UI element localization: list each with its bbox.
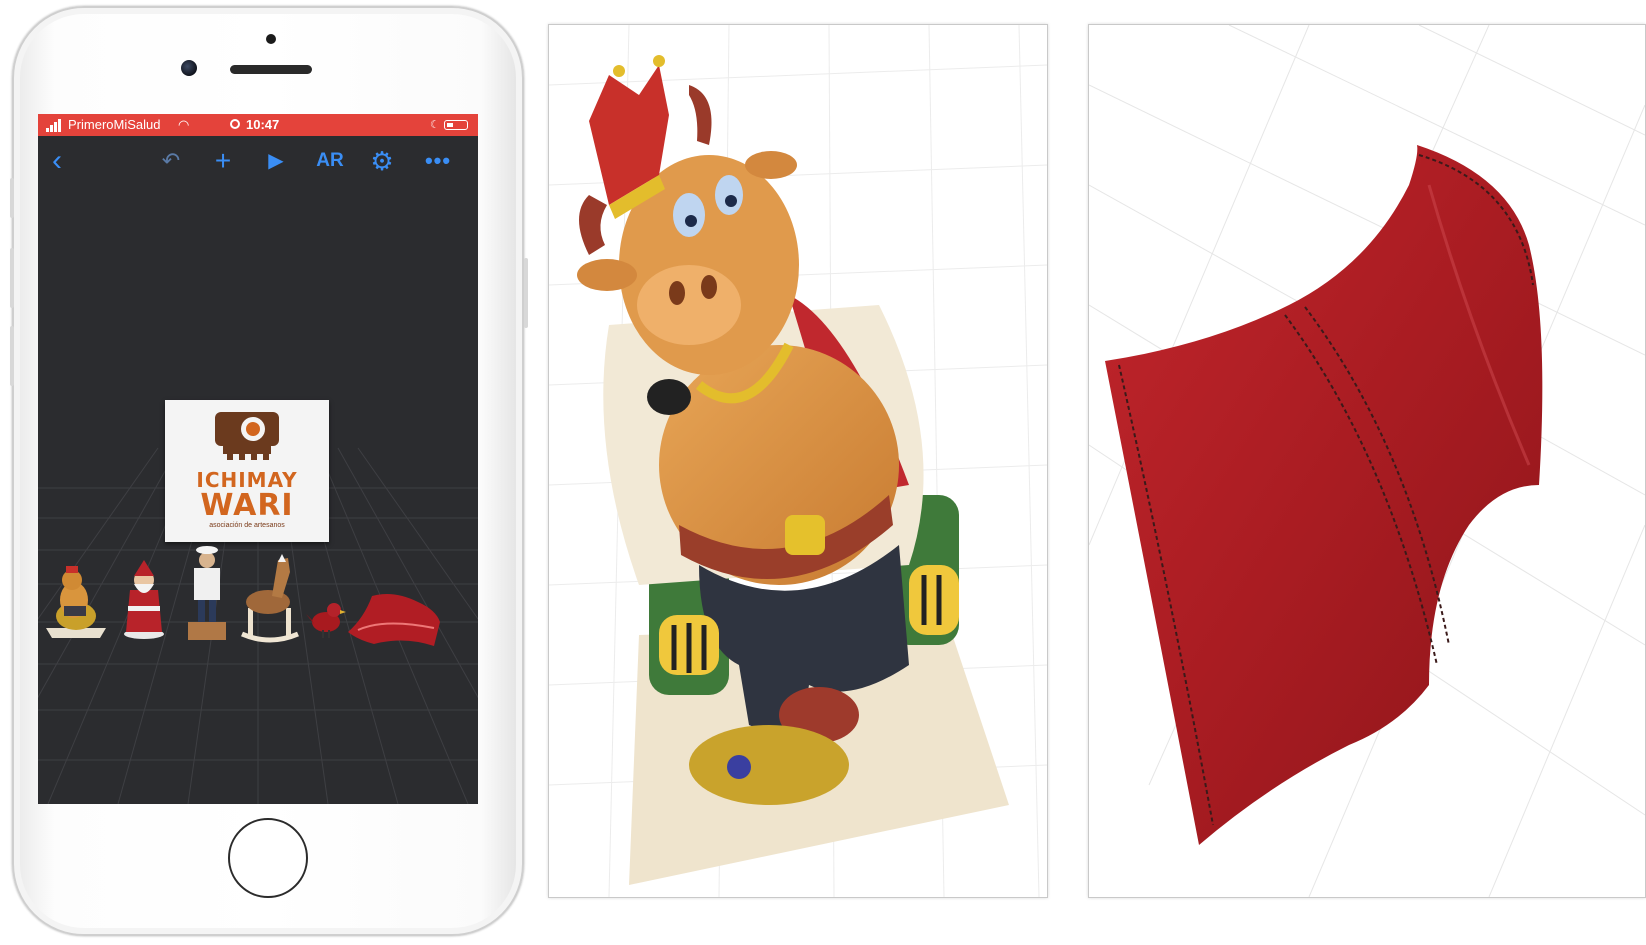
- logo-subtitle: asociación de artesanos: [209, 522, 285, 529]
- more-ellipsis-icon[interactable]: •••: [418, 146, 458, 176]
- king-bull-figurine-model[interactable]: [44, 562, 108, 640]
- red-bird-figurine-model[interactable]: [306, 596, 346, 640]
- ichimay-wari-logo-card[interactable]: ICHIMAY WARI asociación de artesanos: [165, 400, 329, 542]
- leather-piece-scan: [1089, 25, 1645, 897]
- sailor-figurine-model[interactable]: [184, 542, 230, 642]
- volume-down-button: [10, 326, 14, 386]
- power-button: [524, 258, 528, 328]
- carrier-name: PrimeroMiSalud: [68, 117, 161, 132]
- status-time: 10:47: [246, 117, 280, 132]
- bull-figurine-3d-view[interactable]: [548, 24, 1048, 898]
- mute-switch: [10, 178, 14, 218]
- do-not-disturb-icon: ☾: [430, 119, 440, 131]
- undo-icon[interactable]: ↶: [158, 146, 184, 176]
- settings-gear-icon[interactable]: ⚙: [367, 146, 397, 176]
- battery-icon: [444, 120, 468, 130]
- add-plus-icon[interactable]: +: [210, 146, 236, 176]
- rocking-horse-figurine-model[interactable]: [238, 550, 302, 644]
- app-toolbar: ‹ ↶ + ▶ AR ⚙ •••: [38, 136, 478, 188]
- home-button[interactable]: [228, 818, 308, 898]
- proximity-sensor: [266, 34, 276, 44]
- phone-screen: PrimeroMiSalud ◠ 10:47 ☾ ‹ ↶ + ▶ AR ⚙ ••…: [38, 114, 478, 804]
- logo-emblem-icon: [215, 412, 279, 460]
- front-camera: [181, 60, 197, 76]
- leather-piece-3d-view[interactable]: [1088, 24, 1646, 898]
- ar-button[interactable]: AR: [310, 146, 350, 176]
- status-bar: PrimeroMiSalud ◠ 10:47 ☾: [38, 114, 478, 136]
- play-icon[interactable]: ▶: [263, 146, 289, 176]
- logo-line2: WARI: [200, 488, 294, 523]
- alarm-icon: [230, 119, 240, 129]
- red-leather-piece-model[interactable]: [344, 588, 444, 650]
- bull-figurine-scan: [549, 25, 1047, 897]
- back-chevron-icon[interactable]: ‹: [46, 146, 68, 176]
- phone-frame: PrimeroMiSalud ◠ 10:47 ☾ ‹ ↶ + ▶ AR ⚙ ••…: [10, 6, 528, 936]
- earpiece-speaker: [230, 65, 312, 74]
- volume-up-button: [10, 248, 14, 308]
- santa-figurine-model[interactable]: [116, 554, 172, 640]
- signal-icon: [46, 118, 64, 132]
- wifi-icon: ◠: [178, 117, 190, 132]
